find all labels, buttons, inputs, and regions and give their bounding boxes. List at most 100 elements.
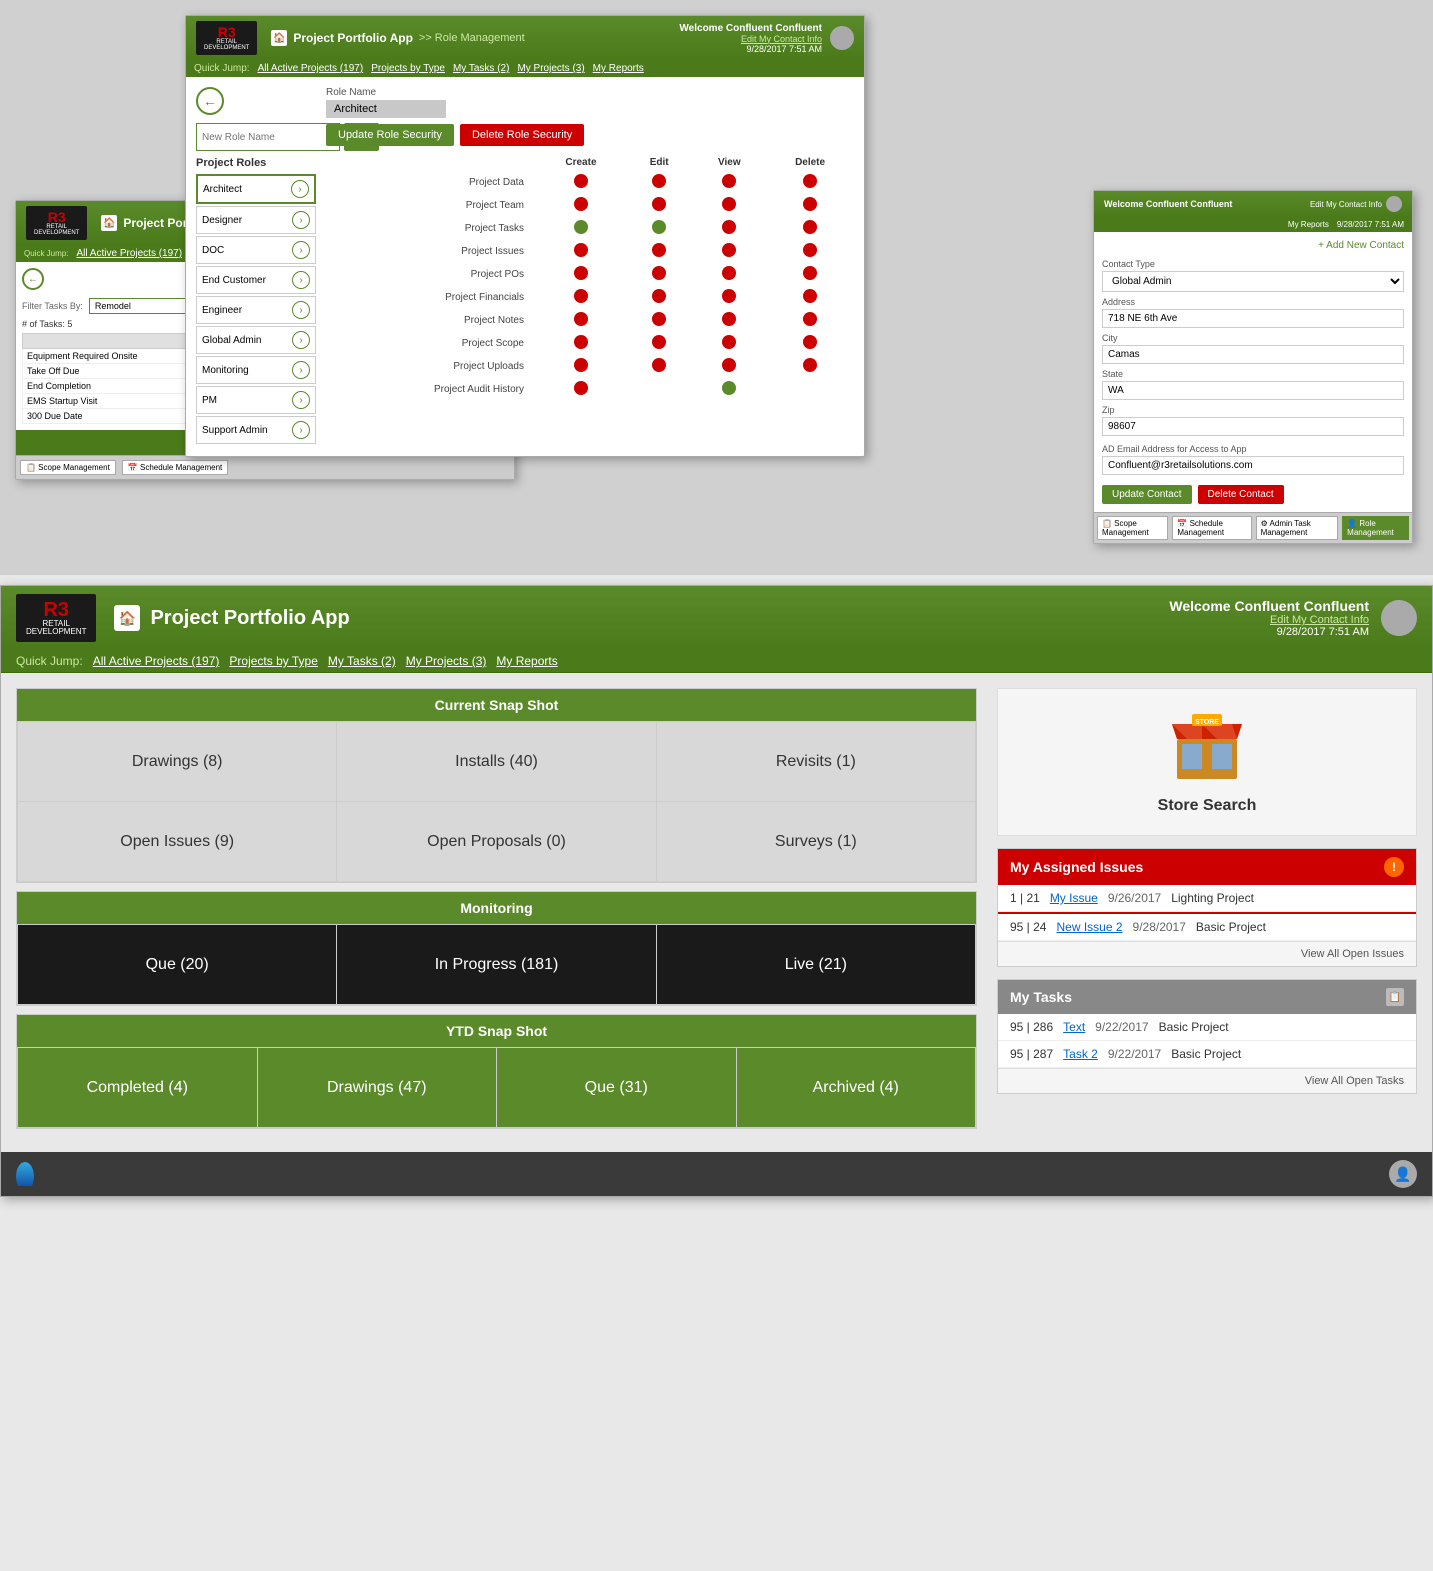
main-dev-text: DEVELOPMENT — [26, 628, 86, 636]
in-progress-cell[interactable]: In Progress (181) — [337, 925, 656, 1005]
clipboard-icon: 📋 — [1386, 988, 1404, 1006]
role-item-architect[interactable]: Architect › — [196, 174, 316, 204]
back-btn-tasks[interactable]: ← — [22, 268, 44, 290]
completed-cell[interactable]: Completed (4) — [18, 1048, 258, 1128]
role-item-monitoring[interactable]: Monitoring › — [196, 356, 316, 384]
view-all-tasks[interactable]: View All Open Tasks — [998, 1068, 1416, 1093]
tab-admin-c[interactable]: ⚙ Admin Task Management — [1256, 516, 1339, 540]
task-link-2[interactable]: Task 2 — [1063, 1047, 1098, 1061]
main-app-title: Project Portfolio App — [150, 607, 349, 630]
dot — [574, 220, 588, 234]
main-qj-my-projects[interactable]: My Projects (3) — [406, 654, 487, 668]
tab-schedule[interactable]: 📅 Schedule Management — [122, 460, 228, 475]
dot — [652, 197, 666, 211]
zip-input[interactable] — [1102, 417, 1404, 436]
state-input[interactable] — [1102, 381, 1404, 400]
view-all-issues[interactable]: View All Open Issues — [998, 941, 1416, 966]
update-role-security-button[interactable]: Update Role Security — [326, 124, 454, 146]
main-qj-by-type[interactable]: Projects by Type — [229, 654, 318, 668]
issue-date-2: 9/28/2017 — [1133, 920, 1186, 934]
role-arrow: › — [292, 301, 310, 319]
dot — [574, 312, 588, 326]
monitoring-header: Monitoring — [17, 892, 976, 924]
my-reports-link[interactable]: My Reports — [1288, 220, 1329, 229]
r3-text: R3 — [218, 25, 236, 39]
home-icon[interactable]: 🏠 — [271, 30, 287, 46]
main-user-avatar — [1381, 600, 1417, 636]
tab-schedule-c[interactable]: 📅 Schedule Management — [1172, 516, 1251, 540]
welcome-name: Welcome Confluent Confluent — [679, 23, 822, 34]
role-name-value: Architect — [326, 100, 446, 118]
surveys-cell[interactable]: Surveys (1) — [657, 802, 976, 882]
my-tasks-title: My Tasks — [1010, 989, 1072, 1005]
perm-project-notes: Project Notes — [326, 309, 854, 332]
dot — [722, 243, 736, 257]
que-cell[interactable]: Que (20) — [18, 925, 337, 1005]
tab-scope-c[interactable]: 📋 Scope Management — [1097, 516, 1168, 540]
tab-role-c[interactable]: 👤 Role Management — [1342, 516, 1409, 540]
address-input[interactable] — [1102, 309, 1404, 328]
role-arrow: › — [292, 211, 310, 229]
new-role-input[interactable] — [196, 123, 340, 151]
main-edit-contact[interactable]: Edit My Contact Info — [1169, 614, 1369, 626]
ytd-drawings-cell[interactable]: Drawings (47) — [258, 1048, 498, 1128]
qj-my-reports[interactable]: My Reports — [593, 63, 644, 74]
issue-id-1: 1 | 21 — [1010, 891, 1040, 905]
role-item-engineer[interactable]: Engineer › — [196, 296, 316, 324]
open-issues-cell[interactable]: Open Issues (9) — [18, 802, 337, 882]
dot — [652, 335, 666, 349]
city-input[interactable] — [1102, 345, 1404, 364]
main-window: R3 RETAIL DEVELOPMENT 🏠 Project Portfoli… — [0, 585, 1433, 1197]
role-item-doc[interactable]: DOC › — [196, 236, 316, 264]
open-proposals-cell[interactable]: Open Proposals (0) — [337, 802, 656, 882]
main-qj-my-tasks[interactable]: My Tasks (2) — [328, 654, 396, 668]
qj-my-projects[interactable]: My Projects (3) — [517, 63, 584, 74]
main-qj-all-active[interactable]: All Active Projects (197) — [93, 654, 220, 668]
main-welcome-name: Welcome Confluent Confluent — [1169, 598, 1369, 614]
live-cell[interactable]: Live (21) — [657, 925, 976, 1005]
issue-link-2[interactable]: New Issue 2 — [1056, 920, 1122, 934]
qj-by-type[interactable]: Projects by Type — [371, 63, 445, 74]
perm-project-pos: Project POs — [326, 263, 854, 286]
issue-link-1[interactable]: My Issue — [1050, 891, 1098, 905]
add-contact-row[interactable]: + Add New Contact — [1102, 240, 1404, 251]
main-qj-my-reports[interactable]: My Reports — [496, 654, 557, 668]
role-item-end-customer[interactable]: End Customer › — [196, 266, 316, 294]
tab-scope[interactable]: 📋 Scope Management — [20, 460, 116, 475]
dev-text: DEVELOPMENT — [204, 45, 249, 51]
role-item-global-admin[interactable]: Global Admin › — [196, 326, 316, 354]
revisits-cell[interactable]: Revisits (1) — [657, 722, 976, 802]
ad-email-input[interactable] — [1102, 456, 1404, 475]
edit-contact-link[interactable]: Edit My Contact Info — [679, 34, 822, 44]
contact-type-select[interactable]: Global Admin — [1102, 271, 1404, 292]
task-id-1: 95 | 286 — [1010, 1020, 1053, 1034]
contacts-welcome: Welcome Confluent Confluent — [1104, 199, 1232, 209]
installs-cell[interactable]: Installs (40) — [337, 722, 656, 802]
footer-user-icon[interactable]: 👤 — [1389, 1160, 1417, 1188]
role-item-pm[interactable]: PM › — [196, 386, 316, 414]
contacts-edit[interactable]: Edit My Contact Info — [1310, 200, 1382, 209]
svg-text:STORE: STORE — [1195, 719, 1219, 726]
main-content: Current Snap Shot Drawings (8) Installs … — [1, 673, 1432, 1152]
bottom-section: R3 RETAIL DEVELOPMENT 🏠 Project Portfoli… — [0, 585, 1433, 1197]
dot — [722, 381, 736, 395]
qj-all-active[interactable]: All Active Projects (197) — [258, 63, 364, 74]
back-button[interactable]: ← — [196, 87, 224, 115]
ytd-que-cell[interactable]: Que (31) — [497, 1048, 737, 1128]
tab-bar-tasks: 📋 Scope Management 📅 Schedule Management — [16, 455, 514, 479]
delete-role-security-button[interactable]: Delete Role Security — [460, 124, 584, 146]
update-contact-button[interactable]: Update Contact — [1102, 485, 1192, 504]
home-icon[interactable]: 🏠 — [101, 215, 117, 231]
task-row-1: 95 | 286 Text 9/22/2017 Basic Project — [998, 1014, 1416, 1041]
archived-cell[interactable]: Archived (4) — [737, 1048, 977, 1128]
delete-contact-button[interactable]: Delete Contact — [1198, 485, 1284, 504]
role-item-support-admin[interactable]: Support Admin › — [196, 416, 316, 444]
main-footer: 👤 — [1, 1152, 1432, 1196]
dot — [803, 197, 817, 211]
task-link-1[interactable]: Text — [1063, 1020, 1085, 1034]
drawings-cell[interactable]: Drawings (8) — [18, 722, 337, 802]
store-search-widget[interactable]: STORE Store Search — [997, 688, 1417, 836]
role-item-designer[interactable]: Designer › — [196, 206, 316, 234]
main-home-icon[interactable]: 🏠 — [114, 605, 140, 631]
qj-my-tasks[interactable]: My Tasks (2) — [453, 63, 510, 74]
